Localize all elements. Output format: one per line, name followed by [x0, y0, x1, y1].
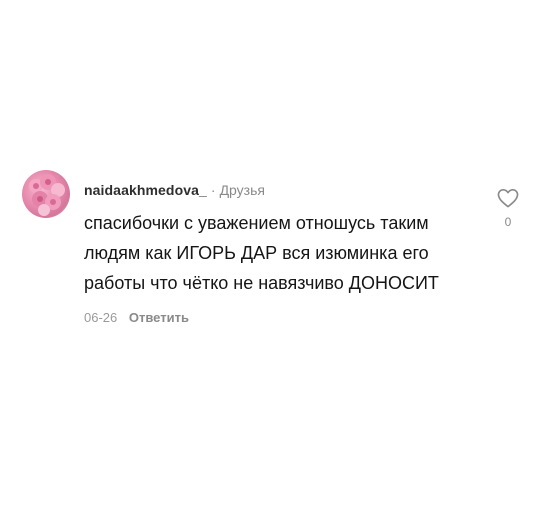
separator-dot: ·	[210, 182, 216, 198]
comment-item: naidaakhmedova_ · Друзья спасибочки с уваж…	[22, 170, 542, 370]
comment-body: naidaakhmedova_ · Друзья спасибочки с уваж…	[84, 182, 484, 325]
like-button[interactable]: 0	[492, 188, 524, 229]
username[interactable]: naidaakhmedova_	[84, 182, 207, 198]
flower-bouquet-icon	[29, 174, 65, 216]
comment-meta: 06-26 Ответить	[84, 310, 484, 325]
comment-text: спасибочки с уважением отношусь таким лю…	[84, 213, 439, 293]
like-count: 0	[504, 215, 512, 229]
friends-badge: Друзья	[219, 182, 265, 198]
comment-date: 06-26	[84, 310, 118, 325]
avatar[interactable]	[22, 170, 70, 218]
comment-header: naidaakhmedova_ · Друзья	[84, 182, 484, 198]
heart-outline-icon	[497, 189, 519, 208]
reply-button[interactable]: Ответить	[129, 310, 189, 325]
